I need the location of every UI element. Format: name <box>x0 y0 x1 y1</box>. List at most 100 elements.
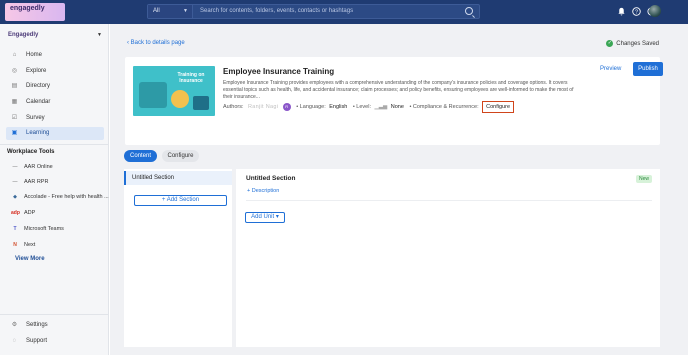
author-name: Ranjit Nagi <box>248 104 279 110</box>
add-section-button[interactable]: + Add Section <box>134 195 227 206</box>
section-outline: Untitled Section + Add Section <box>124 169 232 347</box>
sidebar-item-settings[interactable]: ⚙ Settings <box>6 319 104 332</box>
section-title[interactable]: Untitled Section <box>246 175 295 182</box>
back-link-label: Back to details page <box>130 40 185 46</box>
home-icon: ⌂ <box>12 52 17 58</box>
directory-icon: ▤ <box>11 83 18 89</box>
view-more-link[interactable]: View More <box>15 256 45 262</box>
add-description-link[interactable]: + Description <box>247 188 279 194</box>
aar-icon: — <box>12 179 18 185</box>
section-detail: Untitled Section New + Description Add U… <box>236 169 660 347</box>
search-icon[interactable] <box>465 7 473 15</box>
compass-icon: ◎ <box>11 68 18 74</box>
sidebar-item-label: Home <box>26 52 43 58</box>
tool-item-adp[interactable]: adp ADP <box>8 208 104 219</box>
search-input[interactable]: Search for contents, folders, events, co… <box>200 8 353 14</box>
tab-configure[interactable]: Configure <box>162 150 199 162</box>
help-icon[interactable]: ? <box>632 7 641 16</box>
author-avatar: R <box>282 103 291 111</box>
language-label: • Language: <box>296 104 326 110</box>
tool-item-next[interactable]: N Next <box>8 240 104 251</box>
org-switcher[interactable]: Engagedly ▼ <box>8 30 104 42</box>
divider <box>246 200 652 201</box>
sidebar-item-label: Learning <box>26 130 50 136</box>
tool-item-teams[interactable]: T Microsoft Teams <box>8 224 104 235</box>
course-meta: Authors: Ranjit Nagi R • Language: Engli… <box>223 101 515 113</box>
thumbnail-illustration <box>139 82 167 108</box>
gear-icon: ⚙ <box>11 322 18 328</box>
tool-item-label: Microsoft Teams <box>24 226 64 232</box>
save-status-label: Changes Saved <box>616 41 659 48</box>
back-link[interactable]: ‹ Back to details page <box>127 40 185 46</box>
sidebar-item-support[interactable]: ◌ Support <box>6 335 104 348</box>
search-scope-select[interactable]: All ▼ <box>148 5 193 18</box>
next-icon: N <box>13 242 17 248</box>
org-name: Engagedly <box>8 32 39 38</box>
main-content: ‹ Back to details page ✓ Changes Saved Tr… <box>110 24 688 355</box>
tool-item-label: Accolade - Free help with health ... <box>24 194 109 200</box>
compliance-label: • Compliance & Recurrence: <box>409 104 479 110</box>
level-value: None <box>390 104 404 110</box>
sidebar-item-calendar[interactable]: ▦ Calendar <box>6 96 104 109</box>
calendar-icon: ▦ <box>11 99 18 105</box>
svg-text:?: ? <box>635 9 638 15</box>
sidebar-item-learning[interactable]: ▣ Learning <box>6 127 104 140</box>
thumbnail-illustration <box>193 96 209 110</box>
tool-item-aar-online[interactable]: — AAR Online <box>8 162 104 173</box>
tool-item-label: Next <box>24 242 36 248</box>
course-card: Training on Insurance Employee Insurance… <box>125 57 663 145</box>
check-icon: ✓ <box>606 40 614 47</box>
tool-item-label: AAR RPR <box>24 179 49 185</box>
thumbnail-illustration <box>171 90 189 108</box>
sidebar-item-survey[interactable]: ☑ Survey <box>6 112 104 125</box>
workplace-tools-title: Workplace Tools <box>7 149 55 155</box>
tool-item-label: AAR Online <box>24 164 53 170</box>
tool-item-aar-rpr[interactable]: — AAR RPR <box>8 177 104 188</box>
thumbnail-title: Training on Insurance <box>177 72 205 84</box>
sidebar-item-label: Settings <box>26 322 48 328</box>
survey-icon: ☑ <box>11 115 18 121</box>
divider <box>0 144 109 145</box>
chevron-down-icon: ▼ <box>97 32 102 38</box>
brand-logo-text: engagedly <box>10 5 45 12</box>
teams-icon: T <box>13 226 17 232</box>
avatar[interactable] <box>649 5 661 17</box>
status-badge: New <box>636 175 652 183</box>
outline-section-item[interactable]: Untitled Section <box>124 171 232 185</box>
authors-label: Authors: <box>223 104 244 110</box>
tool-item-accolade[interactable]: ◆ Accolade - Free help with health ... <box>8 192 109 203</box>
sidebar-item-label: Calendar <box>26 99 51 105</box>
divider <box>0 314 109 315</box>
top-bar: engagedly All ▼ Search for contents, fol… <box>0 0 688 24</box>
adp-icon: adp <box>11 210 20 216</box>
learning-icon: ▣ <box>11 130 18 136</box>
aar-icon: — <box>12 164 18 170</box>
tool-item-label: ADP <box>24 210 36 216</box>
publish-button[interactable]: Publish <box>633 62 663 76</box>
accolade-icon: ◆ <box>13 194 17 200</box>
course-title: Employee Insurance Training <box>223 67 335 76</box>
level-bars-icon: ▁▃▅ <box>374 104 388 110</box>
sidebar-item-label: Support <box>26 338 48 344</box>
chevron-down-icon: ▼ <box>183 8 188 14</box>
global-search: All ▼ Search for contents, folders, even… <box>147 4 480 19</box>
sidebar-item-explore[interactable]: ◎ Explore <box>6 65 104 78</box>
preview-button[interactable]: Preview <box>600 66 621 72</box>
level-label: • Level: <box>352 104 371 110</box>
support-icon: ◌ <box>12 338 17 344</box>
sidebar-item-directory[interactable]: ▤ Directory <box>6 80 104 93</box>
add-unit-button[interactable]: Add Unit ▾ <box>245 212 285 223</box>
sidebar-item-home[interactable]: ⌂ Home <box>6 49 104 62</box>
course-description: Employee Insurance Training provides emp… <box>223 80 574 100</box>
sidebar-item-label: Directory <box>26 83 51 89</box>
sidebar-item-label: Explore <box>26 68 47 74</box>
course-thumbnail[interactable]: Training on Insurance <box>133 66 215 116</box>
configure-compliance-link[interactable]: Configure <box>482 101 515 113</box>
search-scope-value: All <box>153 8 160 14</box>
bell-icon[interactable] <box>617 7 626 16</box>
save-status: ✓ Changes Saved <box>606 40 659 47</box>
tab-content[interactable]: Content <box>124 150 157 162</box>
sidebar-item-label: Survey <box>26 115 45 121</box>
sidebar: Engagedly ▼ ⌂ Home ◎ Explore ▤ Directory… <box>0 24 109 355</box>
language-value: English <box>329 104 348 110</box>
